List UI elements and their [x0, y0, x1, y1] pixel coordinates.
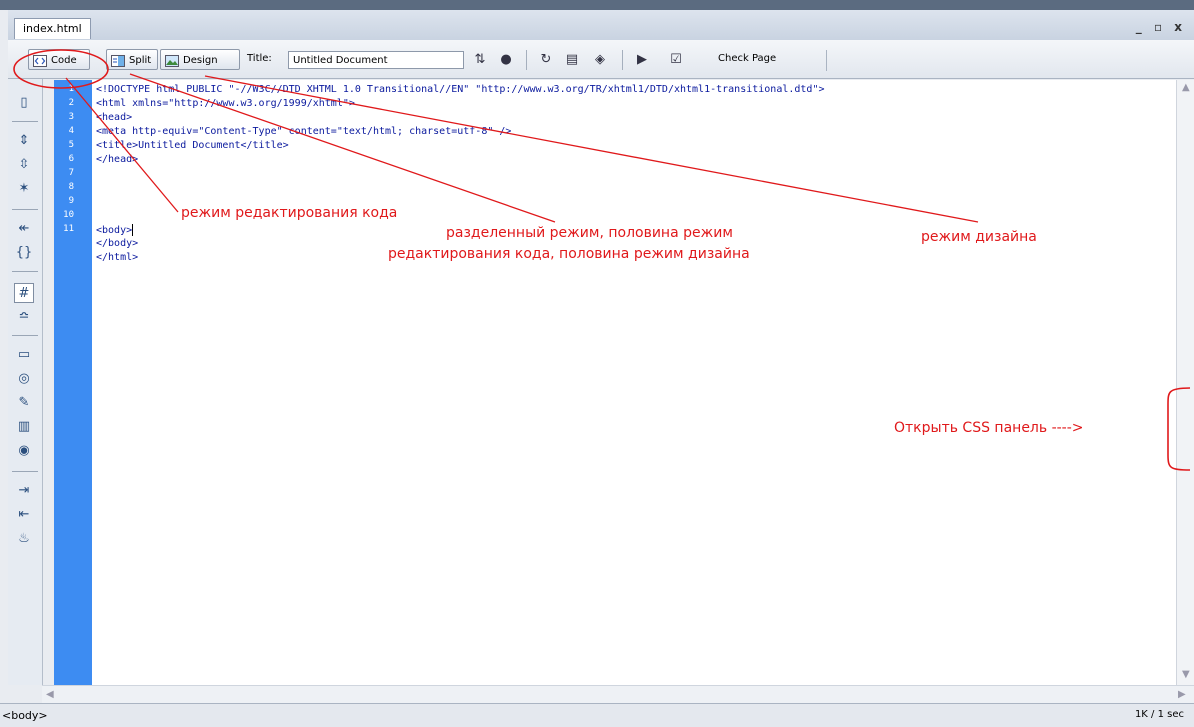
- code-line[interactable]: <body>: [96, 225, 132, 236]
- coding-toolbar-divider: [12, 271, 38, 272]
- collapse-tag-icon[interactable]: ⇕: [14, 131, 34, 151]
- view-options-icon[interactable]: ▤: [562, 51, 582, 69]
- annotation-split-mode-line1: разделенный режим, половина режим: [446, 225, 733, 241]
- open-documents-icon[interactable]: ▯: [14, 93, 34, 113]
- vertical-scrollbar[interactable]: ▲ ▼: [1176, 80, 1194, 685]
- outdent-icon[interactable]: ⇤: [14, 505, 34, 525]
- window-controls[interactable]: _ ▫ x: [1136, 20, 1186, 34]
- collapse-selection-icon[interactable]: ⇳: [14, 155, 34, 175]
- document-title-bar: index.html _ ▫ x: [8, 10, 1194, 41]
- line-number: 10: [63, 210, 74, 220]
- status-bar: <body> 1K / 1 sec: [0, 703, 1194, 727]
- code-line-cursor-row[interactable]: <body>: [96, 224, 134, 236]
- line-numbers-icon[interactable]: #: [14, 283, 34, 303]
- toolbar-divider: [526, 50, 527, 70]
- text-cursor: [132, 224, 134, 236]
- line-number: 11: [63, 224, 74, 234]
- annotation-css-panel: Открыть CSS панель ---->: [894, 420, 1084, 436]
- code-line[interactable]: <head>: [96, 112, 132, 123]
- code-line[interactable]: <!DOCTYPE html PUBLIC "-//W3C//DTD XHTML…: [96, 84, 824, 95]
- download-size: 1K / 1 sec: [1134, 709, 1184, 720]
- split-icon: [111, 54, 125, 67]
- preview-browser-icon[interactable]: ●: [496, 51, 516, 69]
- coding-toolbar: ▯ ⇕ ⇳ ✶ ↞ {} # ≏ ▭ ◎ ✎ ▥ ◉ ⇥ ⇤ ♨: [8, 79, 43, 685]
- code-line[interactable]: </head>: [96, 154, 138, 165]
- file-management-icon[interactable]: ⇅: [470, 51, 490, 69]
- coding-toolbar-divider: [12, 209, 38, 210]
- expand-all-icon[interactable]: ✶: [14, 179, 34, 199]
- validate-markup-icon[interactable]: ▶: [632, 51, 652, 69]
- coding-toolbar-divider: [12, 471, 38, 472]
- recent-snippets-icon[interactable]: ▥: [14, 417, 34, 437]
- line-number: 7: [68, 168, 74, 178]
- document-title-input[interactable]: [288, 51, 464, 69]
- document-toolbar: Code Split Design Title: ⇅ ● ↻ ▤ ◈ ▶ ☑ C…: [8, 40, 1194, 79]
- code-line[interactable]: <title>Untitled Document</title>: [96, 140, 289, 151]
- line-number: 4: [68, 126, 74, 136]
- line-number: 8: [68, 182, 74, 192]
- document-tab[interactable]: index.html: [14, 18, 91, 39]
- line-number: 2: [68, 98, 74, 108]
- visual-aids-icon[interactable]: ◈: [590, 51, 610, 69]
- split-view-button[interactable]: Split: [106, 49, 158, 70]
- toolbar-divider: [622, 50, 623, 70]
- split-button-label: Split: [129, 55, 152, 66]
- annotation-split-mode-line2: редактирования кода, половина режим диза…: [388, 246, 750, 262]
- design-button-label: Design: [183, 55, 218, 66]
- indent-icon[interactable]: ⇥: [14, 481, 34, 501]
- code-editor[interactable]: <!DOCTYPE html PUBLIC "-//W3C//DTD XHTML…: [92, 80, 1176, 685]
- toolbar-end-divider: [826, 50, 827, 71]
- title-label: Title:: [247, 53, 272, 64]
- balance-braces-icon[interactable]: {}: [14, 243, 34, 263]
- code-button-label: Code: [51, 55, 77, 66]
- highlight-invalid-icon[interactable]: ≏: [14, 307, 34, 327]
- remove-comment-icon[interactable]: ◎: [14, 369, 34, 389]
- code-line[interactable]: <meta http-equiv="Content-Type" content=…: [96, 126, 511, 137]
- check-page-button[interactable]: Check Page: [718, 53, 776, 64]
- line-number: 1: [68, 84, 74, 94]
- line-number: 9: [68, 196, 74, 206]
- line-number: 5: [68, 140, 74, 150]
- code-view-button[interactable]: Code: [28, 49, 90, 70]
- scroll-up-icon[interactable]: ▲: [1182, 82, 1190, 93]
- code-line[interactable]: <html xmlns="http://www.w3.org/1999/xhtm…: [96, 98, 355, 109]
- code-line[interactable]: </html>: [96, 252, 138, 263]
- scroll-left-icon[interactable]: ◀: [46, 689, 54, 700]
- coding-toolbar-divider: [12, 121, 38, 122]
- design-icon: [165, 54, 179, 67]
- refresh-icon[interactable]: ↻: [536, 51, 556, 69]
- tag-selector[interactable]: <body>: [2, 709, 48, 722]
- annotation-design-mode: режим дизайна: [921, 229, 1037, 245]
- design-view-button[interactable]: Design: [160, 49, 240, 70]
- select-parent-tag-icon[interactable]: ↞: [14, 219, 34, 239]
- window-top-strip: [0, 0, 1194, 10]
- scroll-down-icon[interactable]: ▼: [1182, 669, 1190, 680]
- line-number: 6: [68, 154, 74, 164]
- check-page-icon[interactable]: ☑: [666, 51, 686, 69]
- code-icon: [33, 54, 47, 67]
- apply-comment-icon[interactable]: ▭: [14, 345, 34, 365]
- wrap-tag-icon[interactable]: ✎: [14, 393, 34, 413]
- annotation-code-mode: режим редактирования кода: [181, 205, 398, 221]
- scroll-right-icon[interactable]: ▶: [1178, 689, 1186, 700]
- horizontal-scrollbar[interactable]: ◀ ▶: [42, 685, 1194, 704]
- coding-toolbar-divider: [12, 335, 38, 336]
- line-number: 3: [68, 112, 74, 122]
- move-css-icon[interactable]: ◉: [14, 441, 34, 461]
- line-number-gutter: 1 2 3 4 5 6 7 8 9 10 11: [54, 80, 92, 685]
- code-line[interactable]: </body>: [96, 238, 138, 249]
- format-source-icon[interactable]: ♨: [14, 529, 34, 549]
